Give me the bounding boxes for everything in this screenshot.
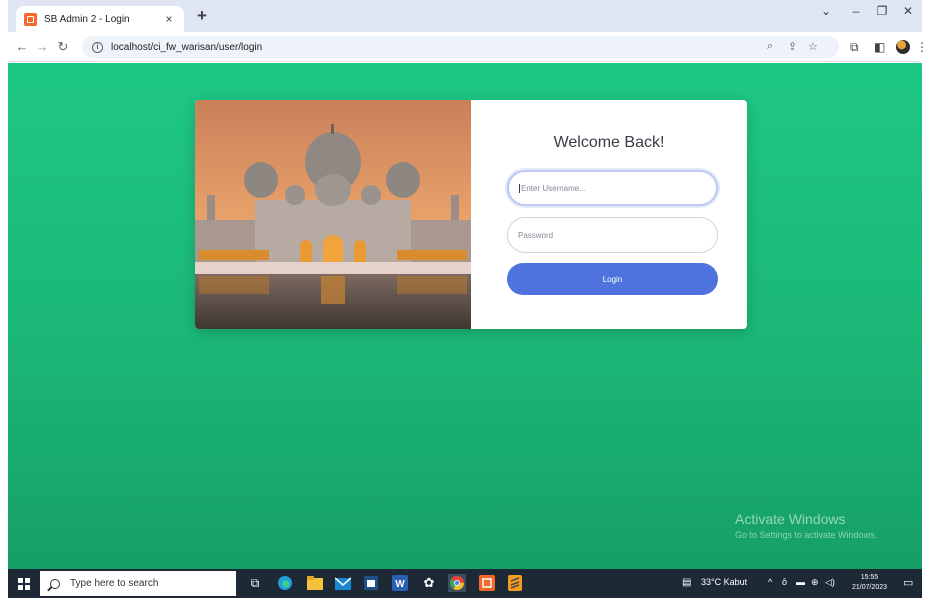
tab-favicon-icon xyxy=(24,12,37,26)
text-caret xyxy=(519,183,520,193)
word-icon[interactable]: W xyxy=(391,574,409,592)
battery-icon[interactable]: ▬ xyxy=(796,577,805,587)
task-view-icon[interactable]: ⧉ xyxy=(246,574,264,592)
start-windows-icon[interactable] xyxy=(18,578,30,590)
store-icon[interactable] xyxy=(362,574,380,592)
window-frame-right xyxy=(922,0,931,598)
back-icon[interactable]: ← xyxy=(14,39,30,54)
page-background: Welcome Back! Enter Username... Password… xyxy=(8,63,922,569)
xampp-icon[interactable] xyxy=(478,574,496,592)
profile-avatar[interactable] xyxy=(896,40,910,54)
search-icon xyxy=(50,578,60,589)
mosque-image xyxy=(195,100,471,329)
welcome-heading: Welcome Back! xyxy=(553,134,665,151)
file-explorer-icon[interactable] xyxy=(306,574,324,592)
site-info-icon[interactable]: i xyxy=(92,41,103,53)
clock-date: 21/07/2023 xyxy=(852,584,888,591)
password-placeholder: Password xyxy=(518,230,554,240)
edge-browser-icon[interactable] xyxy=(276,574,294,592)
activate-windows-watermark: Activate Windows Go to Settings to activ… xyxy=(735,511,877,540)
taskbar-search-placeholder: Type here to search xyxy=(70,578,159,589)
password-input[interactable]: Password xyxy=(507,217,718,253)
login-button[interactable]: Login xyxy=(507,263,718,295)
window-frame-left xyxy=(0,0,8,598)
weather-text[interactable]: 33°C Kabut xyxy=(701,577,747,587)
bookmark-star-icon[interactable]: ☆ xyxy=(808,40,818,53)
side-panel-icon[interactable]: ◧ xyxy=(874,40,885,54)
volume-icon[interactable]: ◁) xyxy=(825,577,835,588)
activate-title: Activate Windows xyxy=(735,511,846,527)
reload-icon[interactable]: ↻ xyxy=(55,39,71,55)
taskbar-search-box[interactable]: Type here to search xyxy=(40,571,236,596)
svg-text:W: W xyxy=(395,579,405,590)
browser-tab-bar: SB Admin 2 - Login × + ⌄ – ❐ ✕ xyxy=(8,0,922,32)
close-window-button[interactable]: ✕ xyxy=(898,4,918,18)
kebab-menu-icon[interactable]: ⋮ xyxy=(916,40,928,54)
show-hidden-icons-chevron-icon[interactable]: ^ xyxy=(768,577,772,587)
notification-center-icon[interactable]: ▭ xyxy=(903,576,913,589)
tab-close-button[interactable]: × xyxy=(162,12,176,26)
new-tab-button[interactable]: + xyxy=(192,7,212,27)
system-clock[interactable]: 15:55 21/07/2023 xyxy=(852,573,887,593)
tab-title: SB Admin 2 - Login xyxy=(44,13,130,25)
url-text[interactable]: localhost/ci_fw_warisan/user/login xyxy=(111,42,262,53)
maximize-button[interactable]: ❐ xyxy=(872,4,892,18)
windows-taskbar: Type here to search ⧉ W ✿ ▤ 33°C Kabut ^… xyxy=(8,569,922,598)
sublime-text-icon[interactable] xyxy=(506,574,524,592)
tab-search-button[interactable]: ⌄ xyxy=(816,4,836,18)
network-globe-icon[interactable]: ⊕ xyxy=(811,577,819,588)
settings-gear-icon[interactable]: ✿ xyxy=(420,574,438,592)
login-card: Welcome Back! Enter Username... Password… xyxy=(195,100,747,329)
activate-subtitle: Go to Settings to activate Windows. xyxy=(735,530,878,540)
username-placeholder: Enter Username... xyxy=(521,183,586,193)
mail-icon[interactable] xyxy=(334,574,352,592)
username-input[interactable]: Enter Username... xyxy=(507,170,718,206)
share-icon[interactable]: ⇪ xyxy=(788,40,797,53)
address-bar[interactable]: i localhost/ci_fw_warisan/user/login ⌕ ⇪… xyxy=(82,36,839,58)
minimize-button[interactable]: – xyxy=(846,4,866,18)
extensions-puzzle-icon[interactable]: ⧉ xyxy=(850,40,859,55)
chrome-icon[interactable] xyxy=(448,574,466,592)
browser-tab[interactable]: SB Admin 2 - Login × xyxy=(16,6,184,32)
zoom-icon[interactable]: ⌕ xyxy=(767,40,773,53)
login-form: Welcome Back! Enter Username... Password… xyxy=(471,100,747,329)
clock-time: 15:55 xyxy=(860,574,879,581)
weather-icon[interactable]: ▤ xyxy=(682,577,691,588)
forward-icon[interactable]: → xyxy=(34,39,50,54)
browser-toolbar: ← → ↻ i localhost/ci_fw_warisan/user/log… xyxy=(8,32,928,62)
meet-now-icon[interactable]: ō xyxy=(782,577,787,587)
